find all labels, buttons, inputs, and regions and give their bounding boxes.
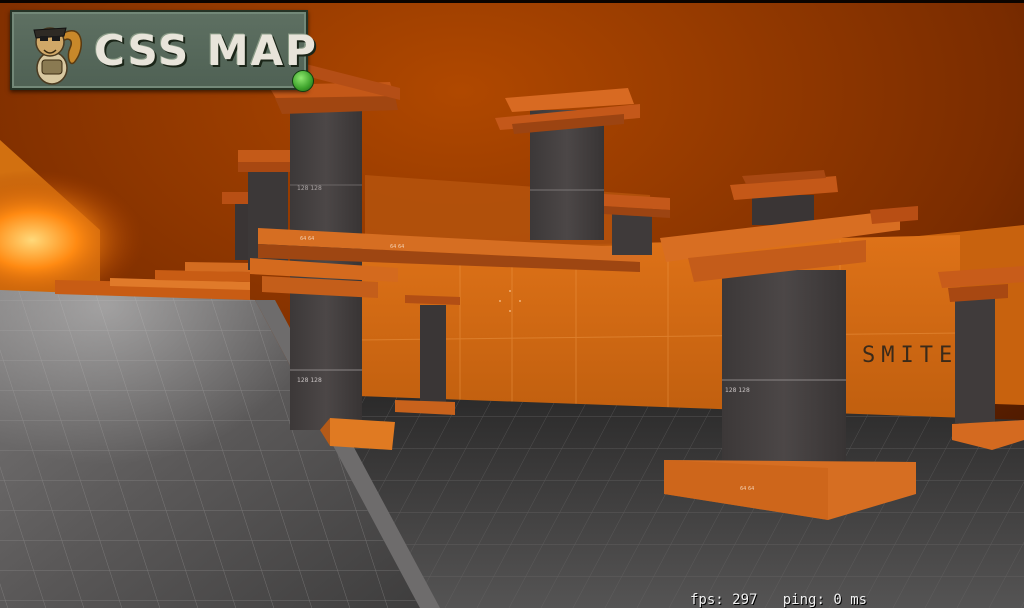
badge-icon (292, 70, 314, 92)
svg-text:128 128: 128 128 (725, 387, 750, 394)
logo-banner: CSS MAP (10, 10, 316, 92)
ping-label: ping: (782, 592, 825, 608)
svg-text:128 128: 128 128 (297, 377, 322, 384)
svg-text:64 64: 64 64 (390, 244, 404, 250)
fps-label: fps: (690, 592, 724, 608)
floor-tiles (330, 395, 1024, 608)
ping-value: 0 ms (833, 592, 868, 608)
squirrel-mascot-icon (33, 27, 83, 85)
svg-text:128 128: 128 128 (297, 185, 322, 192)
svg-text:64 64: 64 64 (300, 236, 314, 242)
crosshair-icon (498, 290, 522, 314)
fps-value: 297 (732, 592, 758, 608)
logo-text: CSS MAP (94, 26, 318, 75)
game-viewport[interactable]: SMITER 128 128 128 128 64 64 64 64 128 1… (0, 0, 1024, 608)
svg-text:64 64: 64 64 (740, 486, 754, 492)
top-border (0, 0, 1024, 3)
hud-stats: fps: 297 ping: 0 ms (690, 592, 867, 608)
